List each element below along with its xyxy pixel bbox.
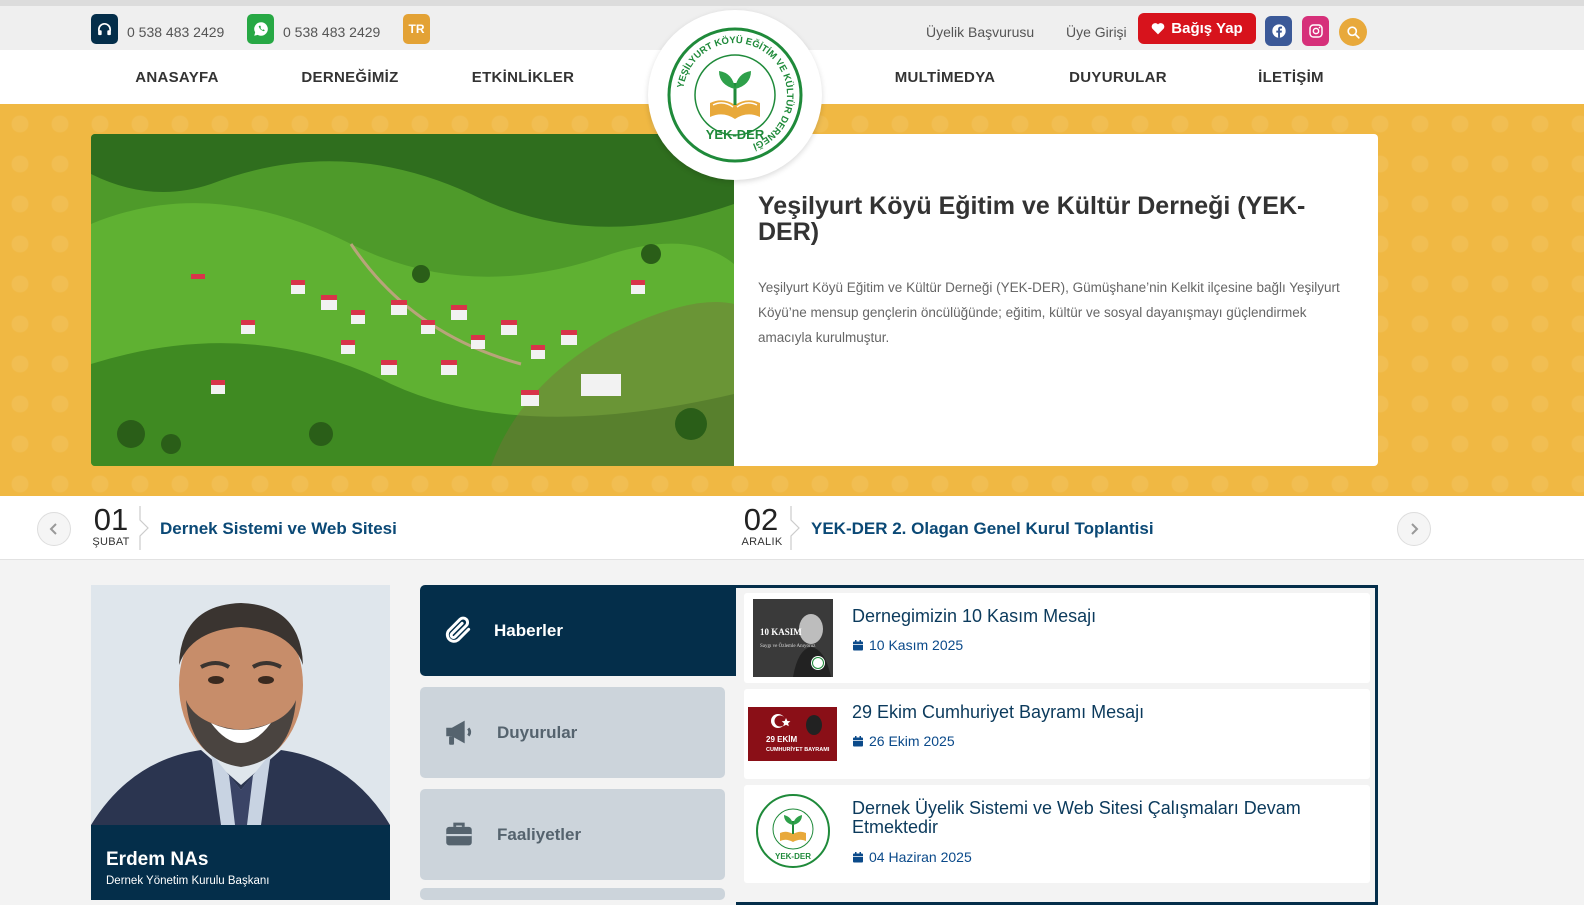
- chevron-left-icon: [49, 523, 57, 535]
- heart-icon: [1151, 23, 1165, 35]
- village-image: [91, 134, 734, 466]
- thumb-subtext: CUMHURİYET BAYRAMI: [766, 746, 830, 753]
- hero-title: Yeşilyurt Köyü Eğitim ve Kültür Derneği …: [758, 192, 1306, 246]
- briefcase-icon: [446, 822, 472, 846]
- tab-label: Haberler: [494, 620, 563, 640]
- president-name: Erdem NAs: [106, 849, 209, 870]
- headset-icon[interactable]: [91, 14, 118, 44]
- ticker-day: 02: [743, 502, 779, 537]
- news-item[interactable]: 29 EKİM CUMHURİYET BAYRAMI 29 Ekim Cumhu…: [744, 689, 1370, 779]
- news-thumbnail: 10 KASIM Saygı ve Özlemle Anıyoruz: [753, 599, 833, 677]
- ticker-prev-button[interactable]: [37, 512, 71, 546]
- tab-more[interactable]: [420, 888, 725, 900]
- tab-label: Faaliyetler: [497, 824, 582, 844]
- ticker-separator: [790, 506, 800, 550]
- calendar-icon: [853, 851, 863, 862]
- ticker-day: 01: [93, 502, 129, 537]
- tab-activities[interactable]: Faaliyetler: [420, 789, 725, 880]
- nav-item-multimedia[interactable]: MULTİMEDYA: [860, 69, 1030, 86]
- donate-label: Bağış Yap: [1171, 20, 1243, 37]
- logo-abbr: YEK-DER: [706, 127, 765, 142]
- calendar-icon: [853, 735, 863, 746]
- news-title[interactable]: Dernek Üyelik Sistemi ve Web Sitesi Çalı…: [852, 799, 1352, 837]
- news-thumbnail: 29 EKİM CUMHURİYET BAYRAMI: [748, 707, 837, 761]
- tab-announcements[interactable]: Duyurular: [420, 687, 725, 778]
- ticker-item-link[interactable]: Dernek Sistemi ve Web Sitesi: [160, 519, 397, 539]
- tab-label: Duyurular: [497, 722, 578, 742]
- membership-apply-link[interactable]: Üyelik Başvurusu: [926, 24, 1034, 40]
- news-title[interactable]: Dernegimizin 10 Kasım Mesajı: [852, 607, 1352, 626]
- hero-card: Yeşilyurt Köyü Eğitim ve Kültür Derneği …: [91, 134, 1378, 466]
- hero-text: Yeşilyurt Köyü Eğitim ve Kültür Derneği …: [758, 280, 1340, 345]
- ticker-month: ARALIK: [741, 536, 783, 548]
- news-date-text: 10 Kasım 2025: [869, 637, 964, 653]
- news-ticker: 01 ŞUBAT Dernek Sistemi ve Web Sitesi 02…: [0, 496, 1584, 560]
- whatsapp-icon[interactable]: [247, 14, 274, 44]
- donate-button[interactable]: Bağış Yap: [1138, 13, 1256, 44]
- nav-item-association[interactable]: DERNEĞİMİZ: [265, 69, 435, 86]
- member-login-link[interactable]: Üye Girişi: [1066, 24, 1127, 40]
- news-date-text: 26 Ekim 2025: [869, 733, 955, 749]
- nav-item-events[interactable]: ETKİNLİKLER: [438, 69, 608, 86]
- news-title[interactable]: 29 Ekim Cumhuriyet Bayramı Mesajı: [852, 703, 1352, 722]
- chevron-right-icon: [1411, 523, 1419, 535]
- thumb-text: 29 EKİM: [766, 735, 797, 744]
- thumb-subtext: Saygı ve Özlemle Anıyoruz: [760, 643, 816, 649]
- president-photo: [91, 585, 390, 825]
- paperclip-icon: [445, 616, 471, 643]
- news-date: 26 Ekim 2025: [852, 733, 955, 749]
- megaphone-icon: [446, 720, 472, 745]
- news-date: 10 Kasım 2025: [852, 637, 963, 653]
- thumb-text: 10 KASIM: [760, 627, 802, 637]
- ticker-month: ŞUBAT: [92, 536, 130, 548]
- logo-emblem: YEŞİLYURT KÖYÜ EĞİTİM VE KÜLTÜR DERNEĞİ …: [667, 27, 803, 163]
- news-thumbnail: YEK-DER: [755, 793, 831, 869]
- search-icon[interactable]: [1339, 18, 1367, 46]
- news-item[interactable]: YEK-DER Dernek Üyelik Sistemi ve Web Sit…: [744, 785, 1370, 883]
- facebook-icon[interactable]: [1265, 16, 1292, 46]
- language-badge[interactable]: TR: [403, 14, 430, 44]
- site-logo[interactable]: YEŞİLYURT KÖYÜ EĞİTİM VE KÜLTÜR DERNEĞİ …: [648, 10, 822, 180]
- calendar-icon: [853, 639, 863, 650]
- ticker-next-button[interactable]: [1397, 512, 1431, 546]
- news-date-text: 04 Haziran 2025: [869, 849, 972, 865]
- president-card: Erdem NAs Dernek Yönetim Kurulu Başkanı: [91, 585, 390, 900]
- thumb-text: YEK-DER: [775, 852, 811, 861]
- whatsapp-number[interactable]: 0 538 483 2429: [283, 24, 380, 40]
- president-role: Dernek Yönetim Kurulu Başkanı: [106, 875, 270, 887]
- ticker-separator: [139, 506, 149, 550]
- instagram-icon[interactable]: [1302, 16, 1329, 46]
- phone-number[interactable]: 0 538 483 2429: [127, 24, 224, 40]
- nav-item-home[interactable]: ANASAYFA: [92, 69, 262, 86]
- news-date: 04 Haziran 2025: [852, 849, 972, 865]
- news-item[interactable]: 10 KASIM Saygı ve Özlemle Anıyoruz Derne…: [744, 593, 1370, 683]
- nav-item-announcements[interactable]: DUYURULAR: [1033, 69, 1203, 86]
- ticker-item-link[interactable]: YEK-DER 2. Olagan Genel Kurul Toplantisi: [811, 519, 1154, 539]
- tab-news[interactable]: Haberler: [420, 585, 736, 676]
- nav-item-contact[interactable]: İLETİŞİM: [1206, 69, 1376, 86]
